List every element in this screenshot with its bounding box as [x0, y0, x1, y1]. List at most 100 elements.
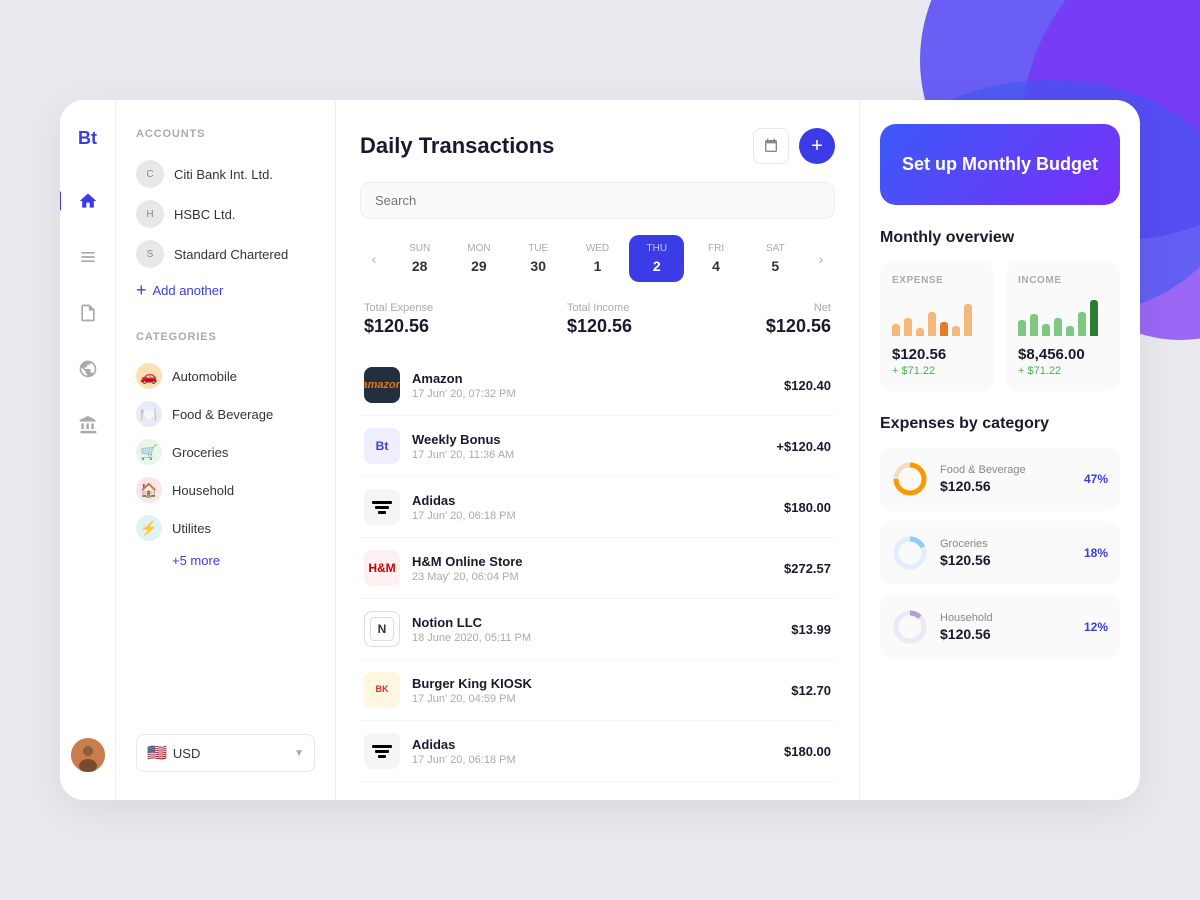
tx-info-bonus: Weekly Bonus 17 Jun' 20, 11:36 AM — [412, 432, 776, 461]
notion-logo-icon: N — [364, 611, 400, 647]
expense-value: $120.56 — [364, 316, 433, 337]
amazon-logo: amazon — [364, 367, 400, 403]
transaction-adidas-1[interactable]: Adidas 17 Jun' 20, 06:18 PM $180.00 — [360, 477, 835, 538]
category-automobile[interactable]: 🚗 Automobile — [136, 357, 315, 395]
day-num-sun: 28 — [412, 258, 428, 274]
page-title: Daily Transactions — [360, 133, 554, 159]
day-num-sat: 5 — [771, 258, 779, 274]
category-card-food[interactable]: Food & Beverage $120.56 47% — [880, 447, 1120, 511]
more-categories-link[interactable]: +5 more — [136, 547, 315, 574]
category-food[interactable]: 🍽️ Food & Beverage — [136, 395, 315, 433]
nav-documents[interactable] — [72, 297, 104, 329]
account-item-sc[interactable]: S Standard Chartered — [136, 234, 315, 274]
tx-info-amazon: Amazon 17 Jun' 20, 07:32 PM — [412, 371, 784, 400]
day-thu[interactable]: THU 2 — [629, 235, 684, 282]
transaction-list: amazon Amazon 17 Jun' 20, 07:32 PM $120.… — [360, 355, 835, 782]
currency-selector[interactable]: 🇺🇸 USD ▼ — [136, 734, 315, 772]
right-panel: Set up Monthly Budget Monthly overview E… — [860, 100, 1140, 800]
nav-globe[interactable] — [72, 353, 104, 385]
expense-overview-value: $120.56 — [892, 346, 982, 363]
income-bar — [1090, 300, 1098, 336]
expense-bar — [964, 304, 972, 336]
income-value: $120.56 — [567, 316, 632, 337]
day-sat[interactable]: SAT 5 — [748, 235, 803, 282]
search-input[interactable] — [360, 182, 835, 219]
user-avatar[interactable] — [71, 738, 105, 772]
automobile-icon: 🚗 — [136, 363, 162, 389]
income-bar — [1066, 326, 1074, 336]
expense-overview-label: EXPENSE — [892, 275, 982, 286]
tx-info-adidas2: Adidas 17 Jun' 20, 06:18 PM — [412, 737, 784, 766]
expense-change: + $71.22 — [892, 365, 982, 377]
icon-strip: Bt — [60, 100, 116, 800]
transaction-notion[interactable]: N Notion LLC 18 June 2020, 05:11 PM $13.… — [360, 599, 835, 660]
account-dot-sc: S — [136, 240, 164, 268]
hm-logo-icon: H&M — [364, 550, 400, 586]
category-name-automobile: Automobile — [172, 369, 237, 384]
groceries-cat-info: Groceries $120.56 — [940, 538, 1072, 568]
budget-cta-button[interactable]: Set up Monthly Budget — [880, 124, 1120, 205]
expense-bar — [940, 322, 948, 336]
currency-flag: 🇺🇸 — [147, 743, 167, 763]
groceries-icon: 🛒 — [136, 439, 162, 465]
transaction-amazon[interactable]: amazon Amazon 17 Jun' 20, 07:32 PM $120.… — [360, 355, 835, 416]
accounts-label: ACCOUNTS — [136, 128, 315, 140]
day-wed[interactable]: WED 1 — [570, 235, 625, 282]
tx-info-hm: H&M Online Store 23 May' 20, 06:04 PM — [412, 554, 784, 583]
income-bar — [1042, 324, 1050, 336]
total-expense-summary: Total Expense $120.56 — [364, 302, 433, 337]
summary-row: Total Expense $120.56 Total Income $120.… — [360, 302, 835, 337]
household-icon: 🏠 — [136, 477, 162, 503]
day-label-tue: TUE — [528, 243, 548, 254]
bk-logo-icon: BK — [364, 672, 400, 708]
food-cat-name: Food & Beverage — [940, 464, 1072, 476]
expense-bar — [952, 326, 960, 336]
category-household[interactable]: 🏠 Household — [136, 471, 315, 509]
day-label-mon: MON — [467, 243, 490, 254]
nav-bank[interactable] — [72, 409, 104, 441]
category-card-household[interactable]: Household $120.56 12% — [880, 595, 1120, 659]
food-cat-info: Food & Beverage $120.56 — [940, 464, 1072, 494]
transaction-hm[interactable]: H&M H&M Online Store 23 May' 20, 06:04 P… — [360, 538, 835, 599]
transaction-weekly-bonus[interactable]: Bt Weekly Bonus 17 Jun' 20, 11:36 AM +$1… — [360, 416, 835, 477]
day-sun[interactable]: SUN 28 — [392, 235, 447, 282]
household-cat-value: $120.56 — [940, 626, 1072, 642]
transaction-adidas-2[interactable]: Adidas 17 Jun' 20, 06:18 PM $180.00 — [360, 721, 835, 782]
income-change: + $71.22 — [1018, 365, 1108, 377]
category-utilities[interactable]: ⚡ Utilites — [136, 509, 315, 547]
category-name-utilities: Utilites — [172, 521, 211, 536]
groceries-cat-name: Groceries — [940, 538, 1072, 550]
category-groceries[interactable]: 🛒 Groceries — [136, 433, 315, 471]
expense-bar — [916, 328, 924, 336]
avatar-bottom-container — [71, 738, 105, 772]
app-logo: Bt — [78, 128, 97, 149]
account-item-citi[interactable]: C Citi Bank Int. Ltd. — [136, 154, 315, 194]
day-label-thu: THU — [646, 243, 667, 254]
income-bars — [1018, 296, 1108, 336]
day-fri[interactable]: FRI 4 — [688, 235, 743, 282]
add-another-button[interactable]: + Add another — [136, 274, 315, 307]
groceries-cat-percent: 18% — [1084, 546, 1108, 560]
day-mon[interactable]: MON 29 — [451, 235, 506, 282]
net-label: Net — [766, 302, 831, 314]
bt-logo-icon: Bt — [364, 428, 400, 464]
account-item-hsbc[interactable]: H HSBC Ltd. — [136, 194, 315, 234]
monthly-overview-title: Monthly overview — [880, 229, 1120, 247]
income-overview-value: $8,456.00 — [1018, 346, 1108, 363]
net-summary: Net $120.56 — [766, 302, 831, 337]
categories-section: CATEGORIES 🚗 Automobile 🍽️ Food & Bevera… — [136, 331, 315, 574]
calendar-button[interactable] — [753, 128, 789, 164]
add-transaction-button[interactable]: + — [799, 128, 835, 164]
transaction-bk[interactable]: BK Burger King KIOSK 17 Jun' 20, 04:59 P… — [360, 660, 835, 721]
next-day-button[interactable]: › — [807, 245, 835, 273]
main-content: Daily Transactions + ‹ SUN 28 MON 29 TUE — [336, 100, 860, 800]
nav-home[interactable] — [72, 185, 104, 217]
category-card-groceries[interactable]: Groceries $120.56 18% — [880, 521, 1120, 585]
day-tue[interactable]: TUE 30 — [511, 235, 566, 282]
income-bar — [1030, 314, 1038, 336]
income-bar — [1054, 318, 1062, 336]
header-actions: + — [753, 128, 835, 164]
nav-accounts[interactable] — [72, 241, 104, 273]
prev-day-button[interactable]: ‹ — [360, 245, 388, 273]
account-dot-hsbc: H — [136, 200, 164, 228]
